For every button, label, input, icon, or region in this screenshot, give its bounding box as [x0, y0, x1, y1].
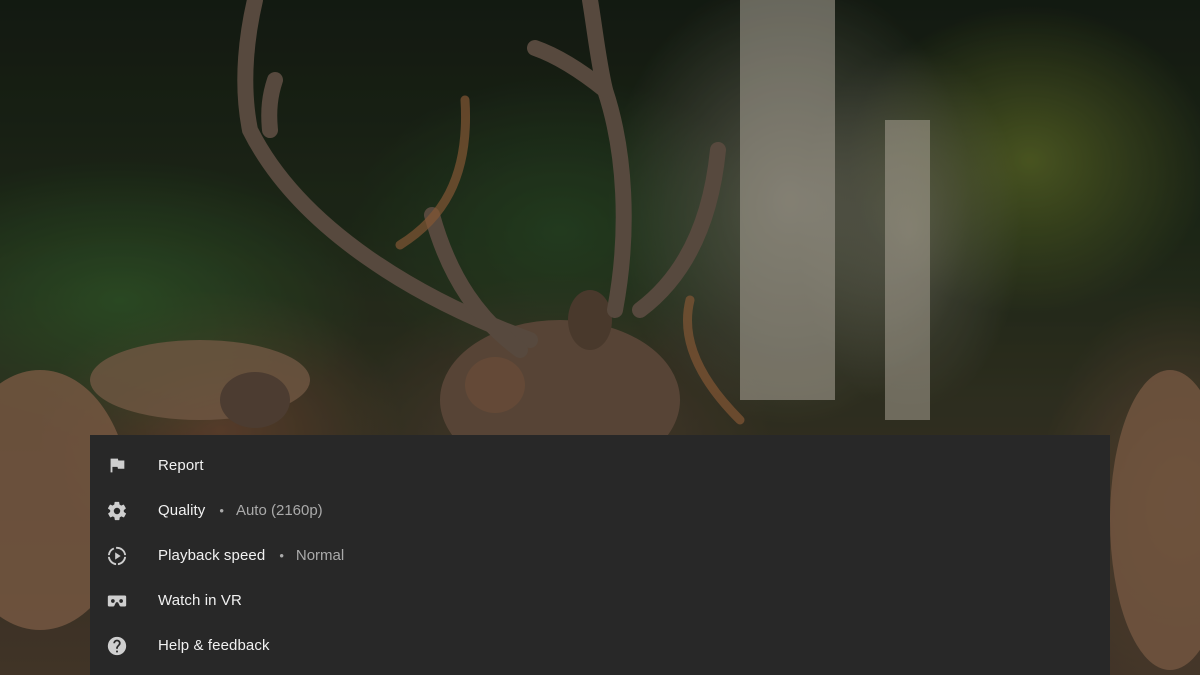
vr-headset-icon	[106, 590, 128, 612]
menu-item-value-wrap: • Auto (2160p)	[219, 502, 322, 519]
menu-item-value: Normal	[295, 547, 345, 564]
menu-item-value-wrap: • Normal	[279, 547, 344, 564]
menu-item-playback-speed[interactable]: Playback speed • Normal	[90, 533, 1110, 578]
gear-icon	[106, 500, 128, 522]
menu-item-value: Auto (2160p)	[235, 502, 323, 519]
menu-item-report[interactable]: Report	[90, 443, 1110, 488]
flag-icon	[106, 455, 128, 477]
value-separator: •	[219, 503, 224, 518]
menu-item-label: Playback speed	[158, 547, 266, 564]
menu-item-label-row: Playback speed • Normal	[158, 547, 344, 564]
menu-item-label-row: Quality • Auto (2160p)	[158, 502, 323, 519]
menu-item-help-feedback[interactable]: Help & feedback	[90, 623, 1110, 668]
help-icon	[106, 635, 128, 657]
menu-item-quality[interactable]: Quality • Auto (2160p)	[90, 488, 1110, 533]
menu-item-label: Help & feedback	[158, 637, 270, 654]
menu-item-watch-in-vr[interactable]: Watch in VR	[90, 578, 1110, 623]
menu-item-label: Quality	[158, 502, 206, 519]
video-player[interactable]: Report Quality • Auto (2160p) Playback s…	[0, 0, 1200, 675]
value-separator: •	[279, 548, 284, 563]
menu-item-label: Report	[158, 457, 204, 474]
menu-item-label: Watch in VR	[158, 592, 242, 609]
settings-menu: Report Quality • Auto (2160p) Playback s…	[90, 435, 1110, 675]
playback-speed-icon	[106, 545, 128, 567]
